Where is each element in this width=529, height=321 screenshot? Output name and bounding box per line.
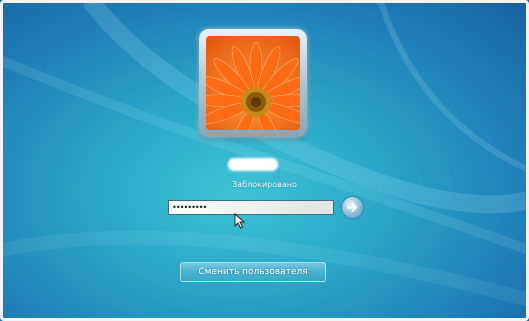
password-input[interactable]: ••••••••• [168,200,334,215]
mouse-pointer-icon [234,213,246,229]
arrow-right-icon [347,203,357,212]
user-picture [206,36,300,130]
flower-icon [206,36,300,130]
submit-button[interactable] [342,197,363,218]
username-label [228,158,278,171]
lock-screen: Заблокировано ••••••••• Сменить пользова… [0,0,529,321]
switch-user-button[interactable]: Сменить пользователя [180,262,326,282]
lock-status-text: Заблокировано [232,180,297,189]
user-tile [199,29,307,137]
